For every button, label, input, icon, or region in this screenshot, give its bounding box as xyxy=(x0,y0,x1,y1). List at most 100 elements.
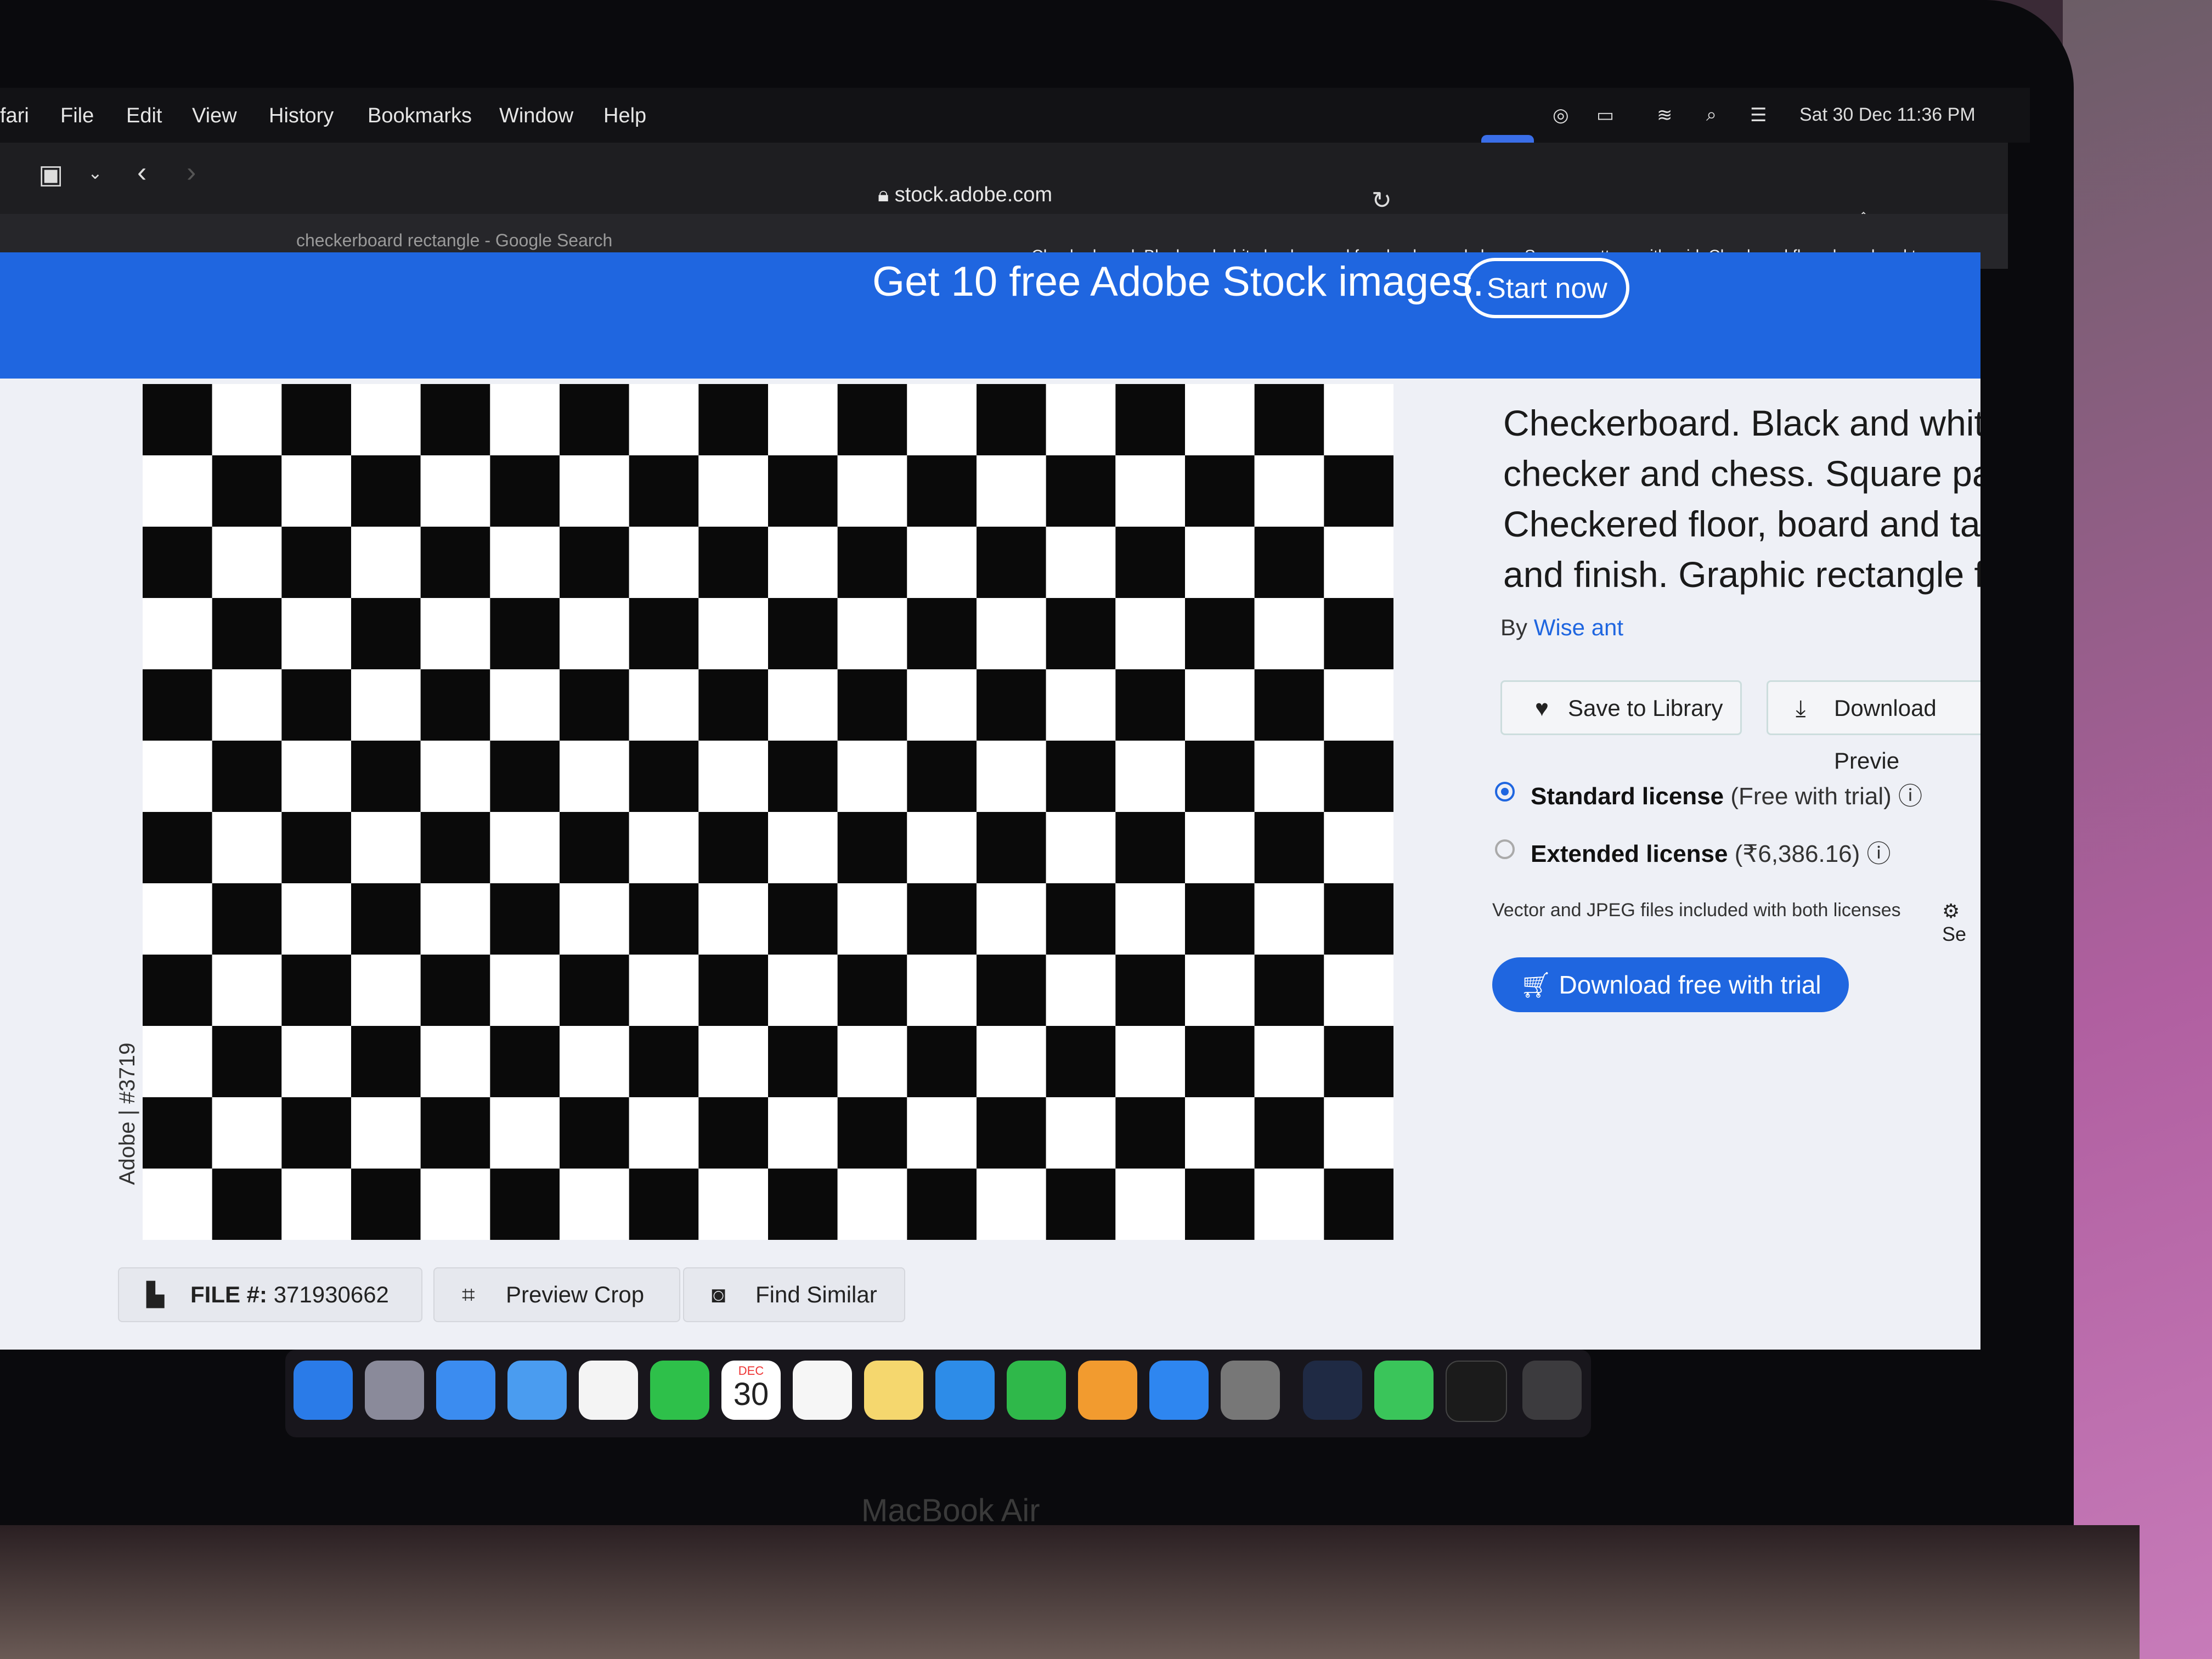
download-icon: ⤓ xyxy=(1796,695,1806,721)
checker-square xyxy=(420,955,490,1026)
byline: By Wise ant xyxy=(1500,614,1623,641)
checker-square xyxy=(212,384,282,455)
reload-icon[interactable]: ↻ xyxy=(1372,187,1392,215)
search-icon[interactable]: ⌕ xyxy=(1706,104,1717,126)
find-similar-button[interactable]: ◙ Find Similar xyxy=(683,1267,905,1322)
checker-square xyxy=(490,384,560,455)
checker-square xyxy=(1185,955,1255,1026)
checker-square xyxy=(212,598,282,669)
save-to-library-button[interactable]: ♥ Save to Library xyxy=(1500,680,1742,735)
laptop-base xyxy=(0,1525,2140,1659)
checker-square xyxy=(837,669,907,741)
checker-square xyxy=(977,598,1046,669)
checker-square xyxy=(560,1097,629,1169)
system-settings-icon[interactable] xyxy=(1221,1361,1280,1420)
checker-square xyxy=(977,883,1046,955)
cart-icon: 🛒︎ xyxy=(1520,970,1559,999)
battery-icon[interactable]: ▭ xyxy=(1596,104,1614,126)
reminders-icon[interactable] xyxy=(793,1361,852,1420)
vscode-icon[interactable] xyxy=(1303,1361,1362,1420)
checker-square xyxy=(977,527,1046,598)
messages-icon[interactable] xyxy=(1374,1361,1434,1420)
checker-square xyxy=(907,598,977,669)
settings-link[interactable]: ⚙ Se xyxy=(1942,900,1980,946)
checker-square xyxy=(420,669,490,741)
checker-square xyxy=(281,669,351,741)
checker-square xyxy=(977,812,1046,883)
menu-bookmarks[interactable]: Bookmarks xyxy=(368,104,472,128)
extended-license-radio[interactable] xyxy=(1495,839,1515,859)
menu-view[interactable]: View xyxy=(192,104,237,128)
terminal-icon[interactable] xyxy=(1446,1361,1507,1422)
app-store-icon[interactable] xyxy=(1149,1361,1209,1420)
photos-icon[interactable] xyxy=(579,1361,638,1420)
settings-label: Se xyxy=(1942,923,1967,945)
focus-icon[interactable]: ◎ xyxy=(1553,104,1569,126)
info-icon[interactable]: ⓘ xyxy=(1898,783,1922,810)
keynote-icon[interactable] xyxy=(935,1361,995,1420)
author-link[interactable]: Wise ant xyxy=(1534,614,1623,640)
standard-license-radio[interactable] xyxy=(1495,782,1515,802)
info-icon[interactable]: ⓘ xyxy=(1867,840,1891,867)
clock[interactable]: Sat 30 Dec 11:36 PM xyxy=(1799,104,1976,126)
checker-square xyxy=(281,741,351,812)
checker-square xyxy=(977,955,1046,1026)
checker-square xyxy=(1115,741,1185,812)
checker-square xyxy=(1185,812,1255,883)
checker-square xyxy=(698,527,768,598)
menu-history[interactable]: History xyxy=(269,104,334,128)
download-free-with-trial-button[interactable]: 🛒︎ Download free with trial xyxy=(1492,957,1849,1012)
finder-icon[interactable] xyxy=(294,1361,353,1420)
checker-square xyxy=(977,669,1046,741)
download-preview-button[interactable]: ⤓ Download Previe xyxy=(1767,680,1980,774)
sidebar-icon[interactable]: ▣ xyxy=(38,159,63,190)
checker-square xyxy=(212,741,282,812)
facetime-icon[interactable] xyxy=(650,1361,709,1420)
safari-icon[interactable] xyxy=(436,1361,495,1420)
checker-square xyxy=(212,883,282,955)
checker-square xyxy=(698,598,768,669)
control-center-icon[interactable]: ☰ xyxy=(1750,104,1767,126)
checker-square xyxy=(629,883,699,955)
wifi-icon[interactable]: ≋ xyxy=(1657,104,1673,126)
start-now-button[interactable]: Start now xyxy=(1465,258,1629,318)
menu-file[interactable]: File xyxy=(60,104,94,128)
checker-square xyxy=(1185,883,1255,955)
address-bar[interactable]: 🔒︎ stock.adobe.com xyxy=(878,183,1052,207)
checker-square xyxy=(1185,455,1255,527)
forward-icon[interactable]: › xyxy=(187,156,196,189)
launchpad-icon[interactable] xyxy=(365,1361,424,1420)
trash-icon[interactable] xyxy=(1522,1361,1582,1420)
back-icon[interactable]: ‹ xyxy=(137,156,146,189)
checker-square xyxy=(907,527,977,598)
checker-square xyxy=(351,384,421,455)
checker-square xyxy=(1115,1026,1185,1097)
checker-square xyxy=(1185,384,1255,455)
calendar-icon[interactable]: DEC 30 xyxy=(721,1361,781,1420)
notes-icon[interactable] xyxy=(864,1361,923,1420)
menu-edit[interactable]: Edit xyxy=(126,104,162,128)
tab-google-search[interactable]: checkerboard rectangle - Google Search xyxy=(296,230,612,251)
standard-license-option[interactable]: Standard license (Free with trial) ⓘ xyxy=(1531,776,1922,811)
menu-help[interactable]: Help xyxy=(603,104,646,128)
numbers-icon[interactable] xyxy=(1007,1361,1066,1420)
checker-square xyxy=(1185,741,1255,812)
checker-square xyxy=(768,812,838,883)
checker-square xyxy=(1254,883,1324,955)
mail-icon[interactable] xyxy=(507,1361,567,1420)
checker-square xyxy=(281,384,351,455)
pages-icon[interactable] xyxy=(1078,1361,1137,1420)
checker-square xyxy=(1185,1169,1255,1240)
checkerboard-image[interactable] xyxy=(143,384,1393,1240)
menu-window[interactable]: Window xyxy=(499,104,573,128)
checker-square xyxy=(1046,955,1116,1026)
checker-square xyxy=(837,741,907,812)
checker-square xyxy=(629,741,699,812)
checker-square xyxy=(768,384,838,455)
menu-app-name[interactable]: fari xyxy=(0,104,29,128)
standard-license-note: (Free with trial) xyxy=(1730,783,1892,810)
chevron-down-icon[interactable]: ⌄ xyxy=(88,162,103,183)
preview-crop-button[interactable]: ⌗ Preview Crop xyxy=(433,1267,680,1322)
checker-square xyxy=(560,669,629,741)
extended-license-option[interactable]: Extended license (₹6,386.16) ⓘ xyxy=(1531,834,1891,869)
